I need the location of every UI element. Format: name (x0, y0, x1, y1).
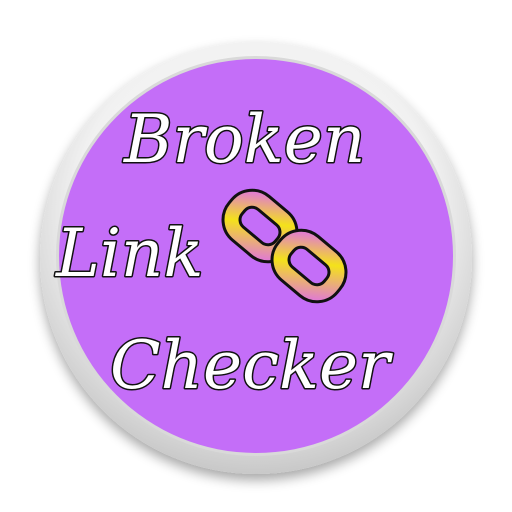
app-icon: Broken Link Checker (0, 0, 512, 512)
title-line-checker: Checker (110, 327, 393, 404)
title-line-broken: Broken (123, 101, 365, 178)
title-line-link: Link (55, 215, 203, 292)
app-icon-graphic: Broken Link Checker (40, 42, 472, 474)
